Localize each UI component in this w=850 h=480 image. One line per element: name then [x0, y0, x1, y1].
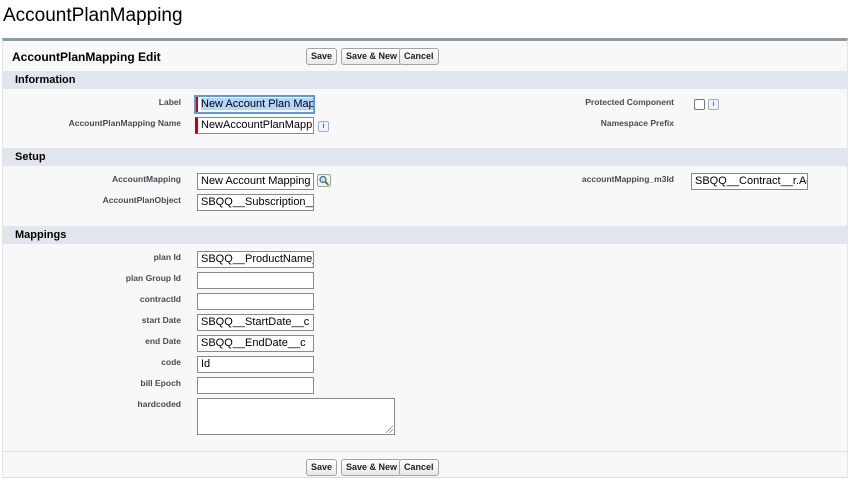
protected-component-checkbox[interactable]: [694, 99, 705, 110]
hardcoded-textarea[interactable]: [197, 398, 395, 435]
account-mapping-input[interactable]: New Account Mapping: [197, 173, 314, 190]
code-input[interactable]: Id: [197, 356, 314, 373]
protected-component-label: Protected Component: [585, 97, 674, 107]
divider: [3, 451, 847, 452]
code-label: code: [161, 357, 181, 367]
cancel-button-bottom[interactable]: Cancel: [399, 459, 439, 476]
end-date-label: end Date: [145, 336, 181, 346]
resize-grip-icon[interactable]: [386, 426, 393, 433]
save-button-top[interactable]: Save: [306, 48, 338, 65]
account-plan-object-input[interactable]: SBQQ__Subscription__c: [197, 194, 314, 211]
section-setup-header: Setup: [3, 148, 847, 166]
contract-id-label: contractId: [139, 294, 181, 304]
account-mapping-label: AccountMapping: [112, 174, 181, 184]
namespace-prefix-label: Namespace Prefix: [600, 118, 674, 128]
save-new-button-bottom[interactable]: Save & New: [341, 459, 403, 476]
label-field-label: Label: [158, 97, 181, 107]
plan-group-id-input[interactable]: [197, 272, 314, 289]
hardcoded-label: hardcoded: [137, 399, 181, 409]
save-new-button-top[interactable]: Save & New: [341, 48, 403, 65]
name-input[interactable]: NewAccountPlanMapping: [195, 117, 314, 134]
panel-title: AccountPlanMapping Edit: [12, 50, 161, 64]
bill-epoch-label: bill Epoch: [140, 378, 181, 388]
plan-group-id-label: plan Group Id: [125, 273, 181, 283]
account-mapping-m3id-label: accountMapping_m3Id: [581, 174, 674, 184]
cancel-button-top[interactable]: Cancel: [399, 48, 439, 65]
save-button-bottom[interactable]: Save: [306, 459, 338, 476]
account-plan-object-label: AccountPlanObject: [102, 195, 181, 205]
info-icon[interactable]: i: [318, 121, 329, 132]
contract-id-input[interactable]: [197, 293, 314, 310]
name-field-label: AccountPlanMapping Name: [68, 118, 181, 128]
end-date-input[interactable]: SBQQ__EndDate__c: [197, 335, 314, 352]
start-date-input[interactable]: SBQQ__StartDate__c: [197, 314, 314, 331]
section-information-header: Information: [3, 71, 847, 89]
plan-id-label: plan Id: [153, 252, 181, 262]
label-input[interactable]: New Account Plan Mapping: [194, 95, 315, 114]
section-mappings-header: Mappings: [3, 226, 847, 244]
bill-epoch-input[interactable]: [197, 377, 314, 394]
page-title: AccountPlanMapping: [3, 5, 183, 26]
info-icon[interactable]: i: [708, 99, 719, 110]
account-mapping-m3id-input[interactable]: SBQQ__Contract__r.AccountId: [691, 173, 808, 190]
edit-panel: AccountPlanMapping Edit Save Save & New …: [2, 38, 848, 478]
start-date-label: start Date: [141, 315, 181, 325]
lookup-magnifier-icon[interactable]: [317, 174, 331, 187]
plan-id-input[interactable]: SBQQ__ProductName__c: [197, 251, 314, 268]
